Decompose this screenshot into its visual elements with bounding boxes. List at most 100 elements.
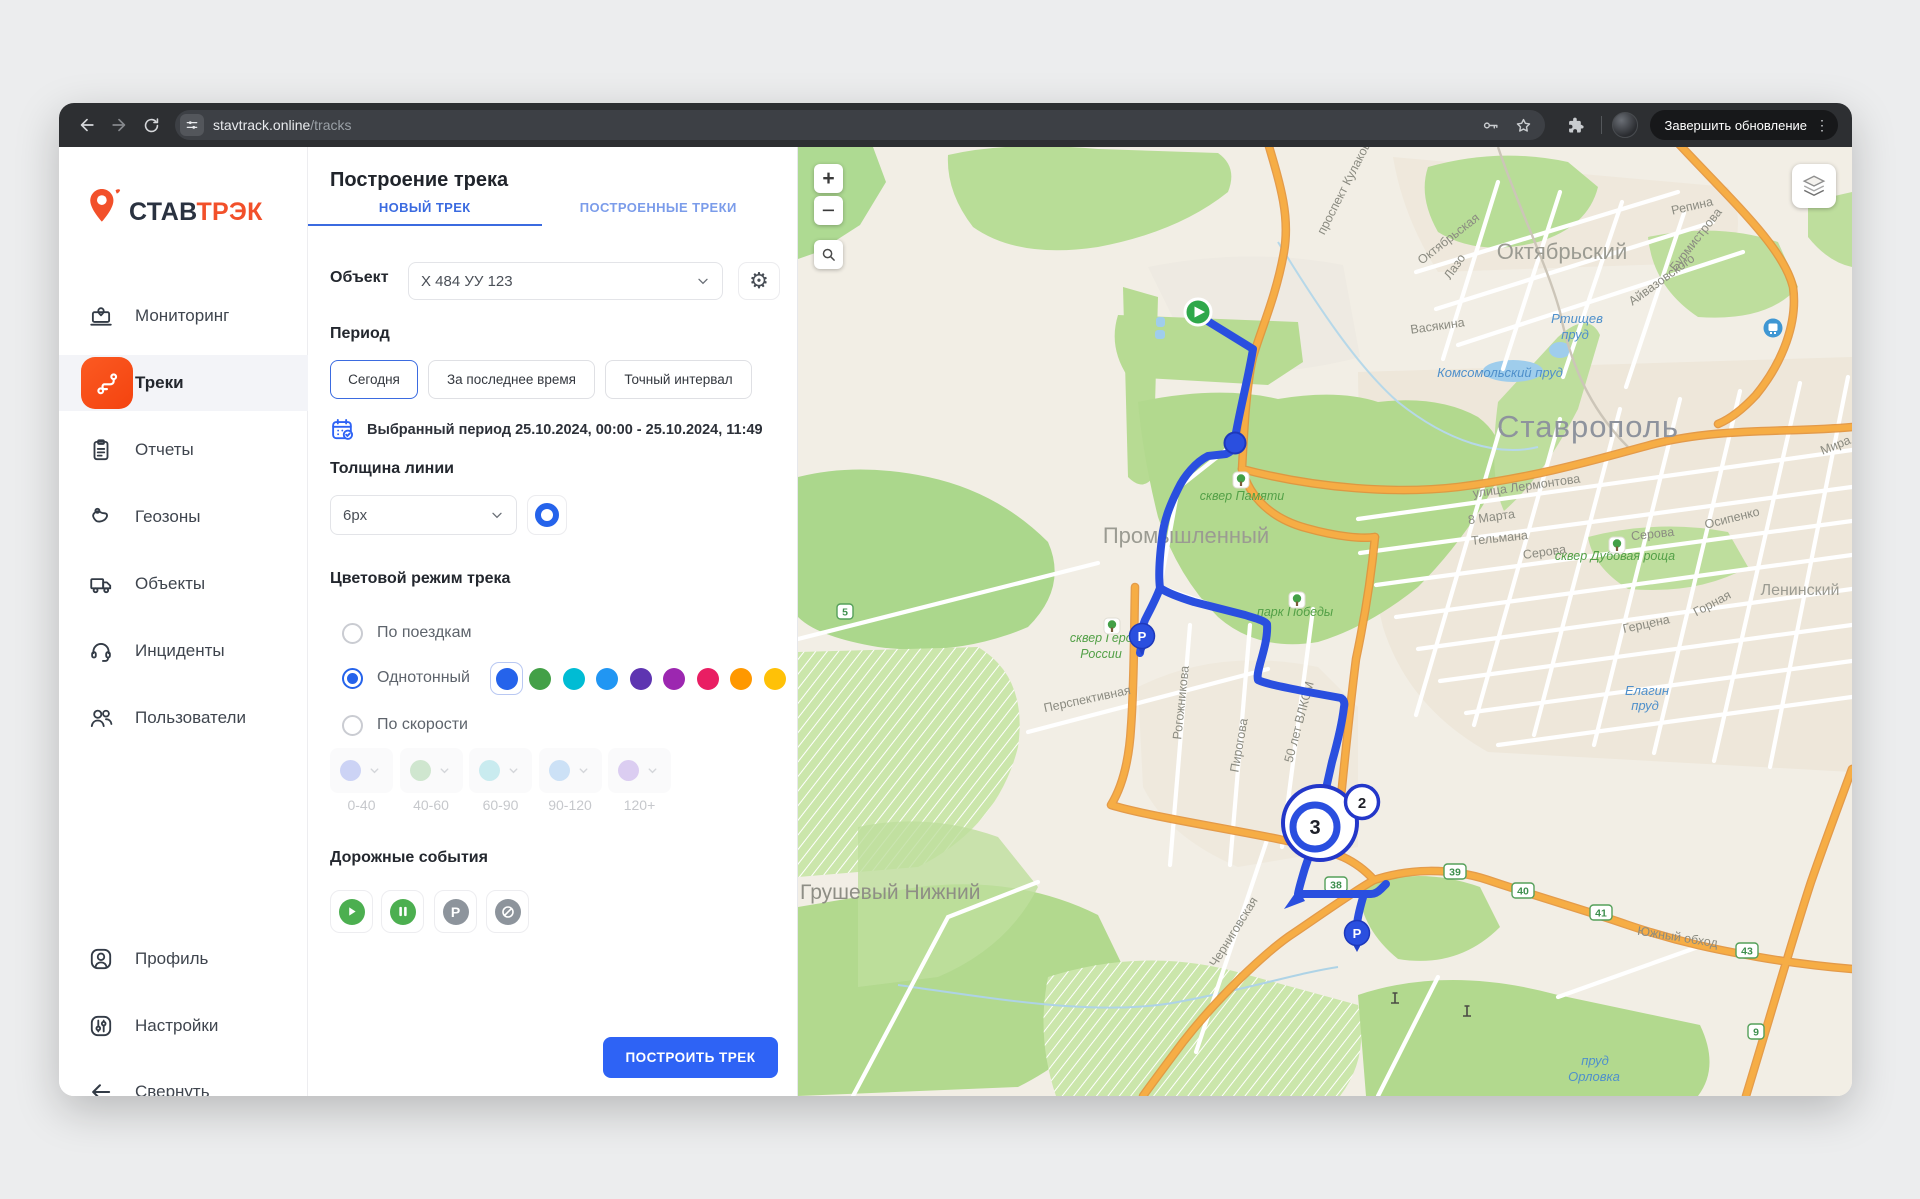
map[interactable]: СтавропольОктябрьскийПромышленныйЛенинск… bbox=[798, 147, 1852, 1096]
object-settings-button[interactable]: ⚙ bbox=[738, 262, 780, 300]
radio-by-speed[interactable]: По скорости bbox=[342, 714, 468, 736]
speed-color-select[interactable] bbox=[469, 748, 532, 793]
extensions-button[interactable] bbox=[1559, 109, 1591, 141]
profile-avatar[interactable] bbox=[1612, 112, 1638, 138]
sidebar-item-profile[interactable]: Профиль bbox=[59, 931, 308, 987]
speed-range-label: 0-40 bbox=[330, 797, 393, 813]
map-label: Грушевый Нижний bbox=[800, 881, 980, 904]
color-swatch-selected[interactable] bbox=[490, 662, 523, 695]
reload-button[interactable] bbox=[135, 109, 167, 141]
bookmark-star-icon[interactable] bbox=[1514, 116, 1533, 135]
color-swatch[interactable] bbox=[529, 668, 551, 690]
app-logo[interactable]: СТАВТРЭК bbox=[85, 185, 263, 231]
svg-text:9: 9 bbox=[1753, 1027, 1759, 1039]
period-today-button[interactable]: Сегодня bbox=[330, 360, 418, 399]
headset-icon bbox=[88, 638, 114, 664]
forward-button[interactable] bbox=[103, 109, 135, 141]
color-swatch[interactable] bbox=[663, 668, 685, 690]
sidebar-item-monitoring[interactable]: Мониторинг bbox=[59, 288, 308, 344]
sidebar-item-reports[interactable]: Отчеты bbox=[59, 422, 308, 478]
track-start-marker[interactable] bbox=[1185, 299, 1211, 325]
map-label: Ртищев bbox=[1551, 311, 1603, 326]
speed-color-select[interactable] bbox=[330, 748, 393, 793]
zoom-in-button[interactable]: + bbox=[814, 164, 843, 193]
track-color-preview-button[interactable] bbox=[527, 495, 567, 535]
logo-pin-icon bbox=[85, 185, 125, 231]
chevron-down-icon bbox=[507, 764, 520, 777]
sidebar-item-label: Отчеты bbox=[135, 440, 194, 460]
speed-color-select[interactable] bbox=[539, 748, 602, 793]
sidebar-item-users[interactable]: Пользователи bbox=[59, 690, 308, 746]
forward-icon bbox=[109, 115, 129, 135]
road-shield: 5 bbox=[837, 604, 853, 619]
radio-icon bbox=[342, 623, 363, 644]
map-label: Промышленный bbox=[1103, 523, 1269, 548]
color-swatch[interactable] bbox=[630, 668, 652, 690]
object-select[interactable]: Х 484 УУ 123 bbox=[408, 262, 723, 300]
tab-built-tracks[interactable]: ПОСТРОЕННЫЕ ТРЕКИ bbox=[542, 200, 776, 226]
road-shield: 39 bbox=[1444, 864, 1466, 879]
map-label: России bbox=[1080, 647, 1122, 661]
track-waypoint-dot[interactable] bbox=[1225, 433, 1246, 454]
route-icon bbox=[94, 370, 121, 397]
sidebar-item-collapse[interactable]: Свернуть bbox=[59, 1064, 308, 1096]
finish-update-button[interactable]: Завершить обновление ⋮ bbox=[1650, 110, 1838, 140]
color-swatch[interactable] bbox=[496, 668, 518, 690]
color-swatch[interactable] bbox=[764, 668, 786, 690]
tab-new-track[interactable]: НОВЫЙ ТРЕК bbox=[308, 200, 542, 226]
period-recent-button[interactable]: За последнее время bbox=[428, 360, 595, 399]
back-button[interactable] bbox=[71, 109, 103, 141]
event-start-button[interactable] bbox=[330, 890, 373, 933]
svg-text:40: 40 bbox=[1517, 886, 1529, 898]
event-pause-button[interactable] bbox=[381, 890, 424, 933]
period-interval-button[interactable]: Точный интервал bbox=[605, 360, 752, 399]
speeding-icon bbox=[495, 899, 521, 925]
map-search-button[interactable] bbox=[814, 240, 843, 269]
radio-icon bbox=[342, 715, 363, 736]
speed-color-select[interactable] bbox=[608, 748, 671, 793]
sidebar-item-incidents[interactable]: Инциденты bbox=[59, 623, 308, 679]
road-shield: 38 bbox=[1325, 877, 1347, 892]
radio-by-trips[interactable]: По поездкам bbox=[342, 622, 472, 644]
cluster-count-big: 3 bbox=[1309, 817, 1320, 839]
sidebar-item-label: Пользователи bbox=[135, 708, 246, 728]
road-events-label: Дорожные события bbox=[330, 849, 488, 867]
users-icon bbox=[88, 705, 114, 731]
sidebar-item-tracks[interactable]: Треки bbox=[59, 355, 308, 411]
road-shield: 43 bbox=[1736, 943, 1758, 958]
sidebar-item-label: Геозоны bbox=[135, 507, 200, 527]
solid-color-swatches bbox=[490, 662, 797, 695]
address-bar[interactable]: stavtrack.online/tracks bbox=[175, 110, 1545, 140]
event-parking-button[interactable]: P bbox=[434, 890, 477, 933]
thickness-select[interactable]: 6px bbox=[330, 495, 517, 535]
sidebar-item-label: Инциденты bbox=[135, 641, 225, 661]
color-swatch[interactable] bbox=[697, 668, 719, 690]
site-settings-icon[interactable] bbox=[180, 114, 204, 136]
sidebar-item-geozones[interactable]: Геозоны bbox=[59, 489, 308, 545]
object-value: Х 484 УУ 123 bbox=[421, 273, 513, 290]
sidebar-item-objects[interactable]: Объекты bbox=[59, 556, 308, 612]
zoom-out-button[interactable]: − bbox=[814, 196, 843, 225]
radio-solid-color[interactable]: Однотонный bbox=[342, 667, 470, 689]
speed-range-label: 40-60 bbox=[400, 797, 463, 813]
svg-text:41: 41 bbox=[1595, 908, 1607, 920]
browser-menu-icon[interactable]: ⋮ bbox=[1815, 117, 1830, 134]
url-text: stavtrack.online/tracks bbox=[213, 117, 352, 133]
speed-color-selects bbox=[330, 748, 678, 793]
password-key-icon[interactable] bbox=[1481, 116, 1500, 135]
truck-icon bbox=[88, 571, 114, 597]
sidebar-item-label: Треки bbox=[135, 373, 184, 393]
speed-color-dot bbox=[549, 760, 570, 781]
build-track-button[interactable]: ПОСТРОИТЬ ТРЕК bbox=[603, 1037, 778, 1078]
color-swatch[interactable] bbox=[596, 668, 618, 690]
speed-color-select[interactable] bbox=[400, 748, 463, 793]
map-label: Комсомольский пруд bbox=[1437, 365, 1563, 380]
selected-period-text: Выбранный период 25.10.2024, 00:00 - 25.… bbox=[367, 422, 763, 438]
color-swatch[interactable] bbox=[730, 668, 752, 690]
sidebar-item-settings[interactable]: Настройки bbox=[59, 998, 308, 1054]
event-speeding-button[interactable] bbox=[486, 890, 529, 933]
speed-color-dot bbox=[479, 760, 500, 781]
back-icon bbox=[77, 115, 97, 135]
map-layers-button[interactable] bbox=[1792, 164, 1836, 208]
color-swatch[interactable] bbox=[563, 668, 585, 690]
